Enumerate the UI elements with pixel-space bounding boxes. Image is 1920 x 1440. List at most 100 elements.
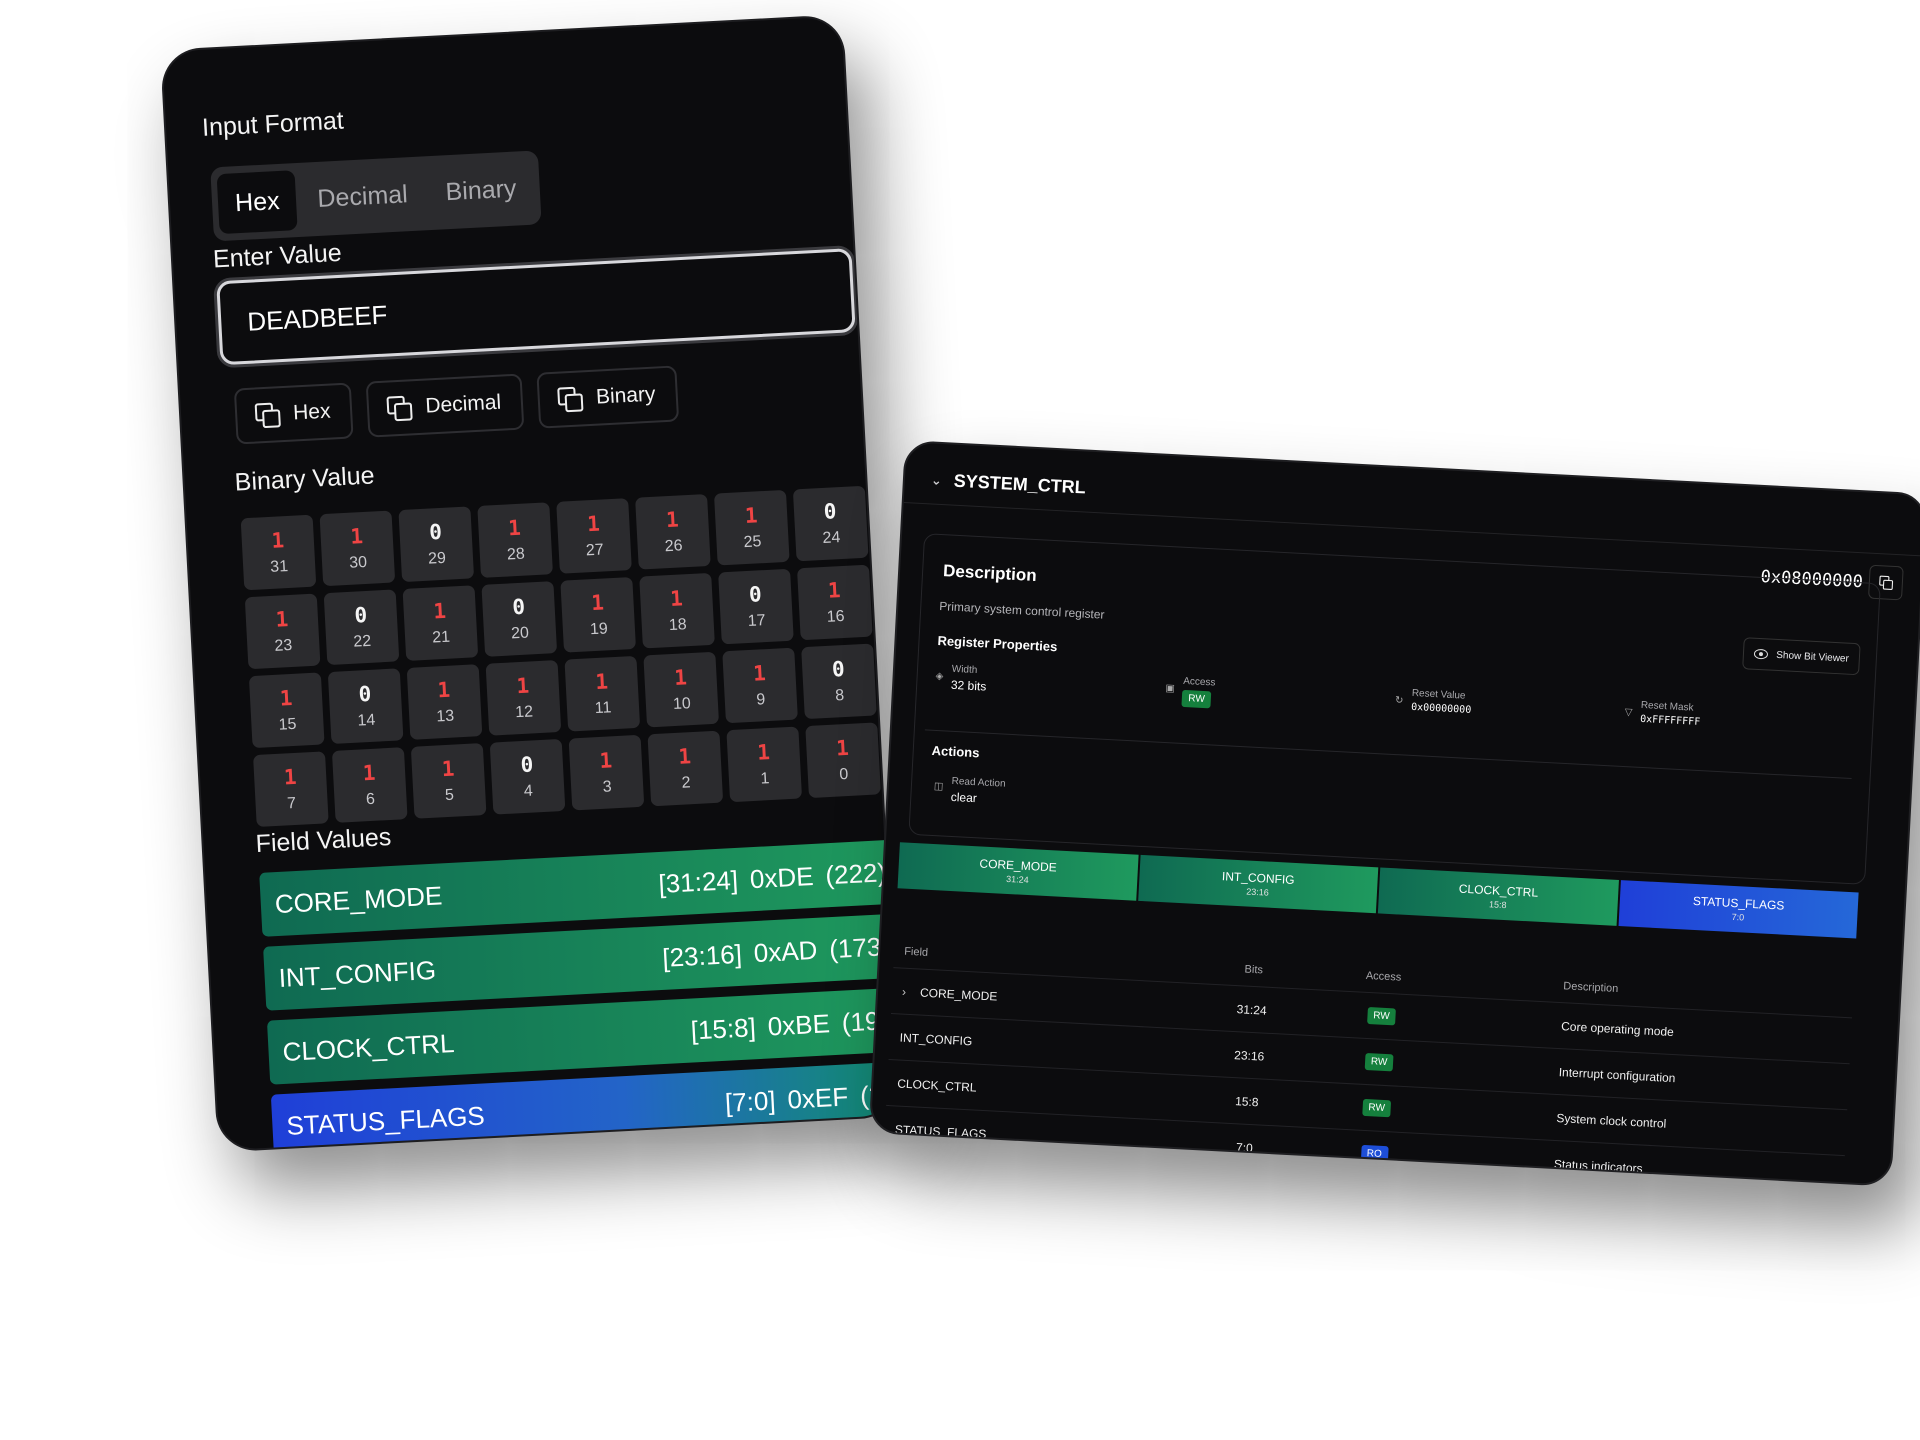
bit-cell[interactable]: 1 16 — [797, 564, 873, 641]
bit-cell[interactable]: 1 30 — [319, 510, 396, 587]
bit-cell[interactable]: 1 31 — [240, 514, 317, 591]
bit-cell[interactable]: 1 12 — [485, 660, 562, 736]
format-tab-binary[interactable]: Binary — [427, 158, 535, 223]
bit-cell[interactable]: 1 10 — [643, 651, 720, 728]
bit-cell[interactable]: 11 — [726, 726, 803, 803]
bit-index: 29 — [427, 549, 447, 568]
bit-value: 1 — [756, 740, 771, 765]
bit-cell[interactable]: 0 17 — [718, 568, 794, 645]
copy-icon — [387, 395, 412, 420]
description-text: Primary system control register — [938, 599, 1105, 622]
bit-value: 0 — [519, 752, 534, 778]
segment-name: INT_CONFIG — [1221, 869, 1295, 887]
fields-table: Field Bits Access Description › CORE_MODE… — [883, 897, 1856, 1187]
field-range: [15:8] — [689, 1011, 757, 1046]
bit-index: 12 — [514, 703, 534, 722]
bit-index: 3 — [602, 778, 613, 796]
bit-cell[interactable]: 0 20 — [481, 581, 558, 657]
bit-value: 1 — [279, 685, 294, 711]
register-header[interactable]: ⌄ SYSTEM_CTRL — [930, 469, 1087, 498]
bit-cell[interactable]: 0 29 — [398, 506, 475, 583]
bit-cell[interactable]: 1 13 — [406, 664, 483, 740]
bit-cell[interactable]: 10 — [805, 722, 881, 799]
bit-cell[interactable]: 1 21 — [402, 585, 479, 661]
bit-cell[interactable]: 0 22 — [323, 589, 400, 666]
bit-value: 1 — [515, 673, 530, 699]
width-label: Width — [951, 663, 978, 677]
bit-value: 1 — [752, 661, 767, 686]
bit-index: 1 — [760, 770, 770, 788]
bit-grid: 1 31 1 30 0 29 1 28 1 27 1 26 1 25 0 24 1 23 0 22 1 21 0 20 1 19 1… — [240, 485, 888, 827]
reset-value: 0x00000000 — [1410, 701, 1472, 716]
reset-mask: 0xFFFFFFFF — [1639, 713, 1701, 728]
bit-cell[interactable]: 19 — [722, 647, 798, 724]
reset-value-label: Reset Value — [1411, 687, 1466, 702]
layout-segment[interactable]: CLOCK_CTRL 15:8 — [1377, 867, 1619, 926]
bit-value: 1 — [827, 578, 842, 603]
show-bit-viewer-label: Show Bit Viewer — [1776, 649, 1850, 665]
bit-cell[interactable]: 1 27 — [556, 498, 632, 574]
copy-decimal-button[interactable]: Decimal — [366, 373, 525, 438]
bit-cell[interactable]: 13 — [568, 734, 645, 811]
bit-value: 1 — [586, 511, 601, 537]
read-action-value: clear — [950, 789, 978, 806]
bit-cell[interactable]: 1 26 — [635, 493, 711, 570]
field-dec: (222) — [824, 856, 887, 890]
chevron-down-icon[interactable]: ⌄ — [931, 472, 943, 489]
description-title: Description — [942, 561, 1038, 586]
row-field: INT_CONFIG — [899, 1030, 973, 1048]
bit-cell[interactable]: 1 19 — [560, 577, 636, 653]
register-card: ⌄ SYSTEM_CTRL 0x08000000 Description Pri… — [868, 440, 1920, 1187]
bit-cell[interactable]: 1 25 — [713, 489, 790, 566]
layout-segment[interactable]: STATUS_FLAGS 7:0 — [1618, 880, 1859, 939]
bit-cell[interactable]: 04 — [489, 738, 566, 815]
bit-cell[interactable]: 08 — [801, 643, 877, 720]
bit-cell[interactable]: 17 — [253, 751, 329, 827]
bit-cell[interactable]: 1 23 — [244, 593, 321, 670]
bit-value: 1 — [594, 669, 609, 695]
bit-index: 23 — [274, 636, 293, 655]
format-tab-hex[interactable]: Hex — [216, 170, 299, 235]
bit-index: 16 — [826, 607, 845, 626]
bit-index: 6 — [365, 790, 376, 809]
copy-binary-button[interactable]: Binary — [536, 365, 679, 429]
bit-value: 1 — [590, 590, 605, 616]
segment-bits: 15:8 — [1488, 899, 1507, 911]
prop-width: ◈ Width 32 bits — [935, 663, 1166, 706]
layout-segment[interactable]: INT_CONFIG 23:16 — [1137, 854, 1379, 914]
actions-title: Actions — [931, 742, 980, 761]
segment-name: CORE_MODE — [979, 856, 1058, 875]
bit-cell[interactable]: 0 24 — [792, 485, 869, 562]
bit-value: 0 — [748, 582, 763, 607]
bit-value: 1 — [432, 598, 447, 624]
field-name: CORE_MODE — [274, 879, 443, 919]
bit-index: 24 — [822, 529, 841, 547]
field-range: [31:24] — [657, 864, 739, 899]
bit-cell[interactable]: 1 18 — [639, 572, 715, 649]
bit-index: 2 — [681, 774, 691, 792]
bit-value: 0 — [823, 499, 838, 524]
format-tab-decimal[interactable]: Decimal — [299, 163, 426, 229]
bit-cell[interactable]: 15 — [410, 743, 487, 819]
bit-value: 1 — [362, 760, 377, 786]
row-access-badge: RO — [1360, 1144, 1389, 1164]
row-description: Core operating mode — [1560, 1018, 1675, 1039]
row-bits: 31:24 — [1236, 1001, 1268, 1018]
chevron-right-icon[interactable]: › — [902, 984, 907, 998]
bit-cell[interactable]: 0 14 — [327, 668, 404, 744]
bit-cell[interactable]: 16 — [331, 747, 408, 823]
copy-hex-button[interactable]: Hex — [233, 382, 354, 445]
read-action-label: Read Action — [951, 775, 1006, 790]
bit-cell[interactable]: 12 — [647, 730, 724, 807]
bit-value: 1 — [669, 586, 684, 612]
copy-icon — [255, 402, 280, 427]
bit-cell[interactable]: 1 11 — [564, 655, 641, 732]
bit-value: 1 — [665, 507, 680, 533]
bit-cell[interactable]: 1 15 — [248, 672, 325, 749]
row-access-badge: RW — [1362, 1098, 1392, 1118]
bit-index: 31 — [269, 558, 289, 576]
show-bit-viewer-button[interactable]: Show Bit Viewer — [1742, 637, 1861, 676]
layout-segment[interactable]: CORE_MODE 31:24 — [897, 842, 1139, 901]
bit-cell[interactable]: 1 28 — [477, 502, 553, 578]
bit-index: 11 — [594, 699, 612, 718]
